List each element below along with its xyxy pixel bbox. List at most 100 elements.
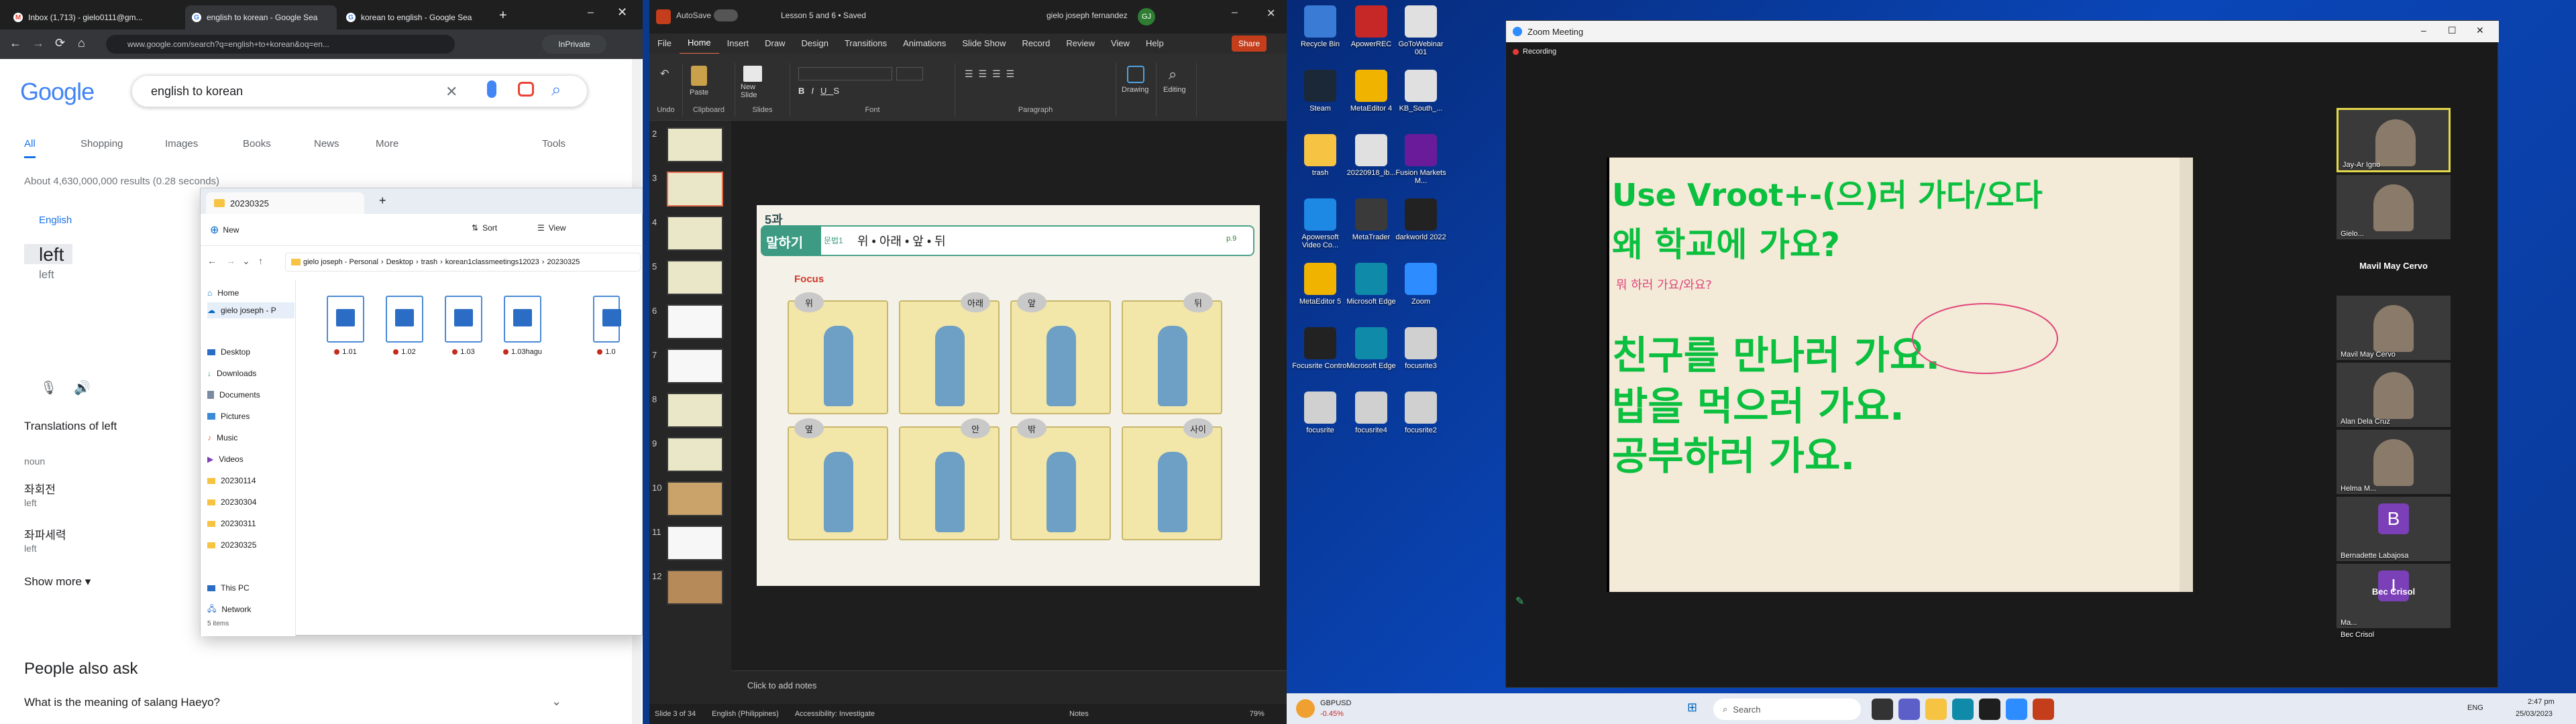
back-icon[interactable]: ← xyxy=(9,36,21,50)
sort-button[interactable]: ⇅ Sort xyxy=(472,223,497,233)
font-name-field[interactable] xyxy=(798,67,892,80)
participant-video[interactable]: B Bernadette Labajosa xyxy=(2337,497,2451,561)
menu-home[interactable]: Home xyxy=(679,33,719,55)
nav-item-folder[interactable]: 20230311 xyxy=(207,516,256,532)
menu-file[interactable]: File xyxy=(649,34,680,54)
forward-icon[interactable]: → xyxy=(32,36,44,50)
menu-transitions[interactable]: Transitions xyxy=(837,34,895,54)
chat-icon[interactable] xyxy=(1898,699,1920,720)
slide-thumbnail[interactable] xyxy=(667,481,723,516)
file-item[interactable]: 1.03 xyxy=(437,296,490,369)
autosave-toggle[interactable] xyxy=(714,9,738,21)
minimize-button[interactable]: – xyxy=(1232,7,1238,19)
nav-item-documents[interactable]: Documents xyxy=(207,387,260,403)
desktop-icon[interactable]: Steam xyxy=(1292,70,1348,113)
menu-review[interactable]: Review xyxy=(1058,34,1103,54)
desktop-icon[interactable]: Apowersoft Video Co... xyxy=(1292,198,1348,249)
nav-item-network[interactable]: 🖧 Network xyxy=(207,601,251,617)
menu-slide-show[interactable]: Slide Show xyxy=(954,34,1014,54)
language-status[interactable]: English (Philippines) xyxy=(712,710,779,718)
breadcrumb-item[interactable]: korean1classmeetings12023 xyxy=(445,258,539,266)
store-icon[interactable] xyxy=(1979,699,2000,720)
search-tab-news[interactable]: News xyxy=(314,138,339,149)
file-explorer-icon[interactable] xyxy=(1925,699,1947,720)
desktop-icon[interactable]: focusrite3 xyxy=(1393,327,1449,370)
slide-thumbnail[interactable] xyxy=(667,304,723,339)
participant-video[interactable]: Alan Dela Cruz xyxy=(2337,363,2451,427)
desktop-icon[interactable]: darkworld 2022 xyxy=(1393,198,1449,241)
nav-item-desktop[interactable]: Desktop xyxy=(207,344,250,360)
browser-tab-inbox[interactable]: M Inbox (1,713) - gielo0111@gm... xyxy=(7,5,182,29)
menu-help[interactable]: Help xyxy=(1138,34,1172,54)
desktop-icon[interactable]: trash xyxy=(1292,134,1348,177)
forward-icon[interactable]: → xyxy=(226,255,235,266)
close-window-button[interactable]: ✕ xyxy=(617,5,627,19)
annotate-pen-icon[interactable]: ✎ xyxy=(1515,595,1524,608)
nav-item-home[interactable]: ⌂ Home xyxy=(207,285,239,301)
share-button[interactable]: Share xyxy=(1232,36,1267,52)
clock-date[interactable]: 25/03/2023 xyxy=(2516,710,2553,718)
zoom-app-icon[interactable] xyxy=(2006,699,2027,720)
desktop-icon[interactable]: MetaTrader xyxy=(1343,198,1399,241)
show-more-button[interactable]: Show more ▾ xyxy=(24,575,91,589)
taskbar-search[interactable]: ⌕ Search xyxy=(1713,699,1861,720)
nav-item-this-pc[interactable]: This PC xyxy=(207,580,250,596)
participant-video[interactable]: Bec Crisol xyxy=(2337,624,2451,640)
find-icon[interactable]: ⌕ xyxy=(1169,66,1177,83)
start-icon[interactable]: ⊞ xyxy=(1687,701,1697,715)
slide-thumbnail[interactable] xyxy=(667,437,723,472)
menu-record[interactable]: Record xyxy=(1014,34,1058,54)
desktop-icon[interactable]: GoToWebinar 001 xyxy=(1393,5,1449,56)
breadcrumb-item[interactable]: 20230325 xyxy=(547,258,580,266)
desktop-icon[interactable]: ApowerREC xyxy=(1343,5,1399,48)
desktop-icon[interactable]: 20220918_ib... xyxy=(1343,134,1399,177)
desktop-icon[interactable]: MetaEditor 5 xyxy=(1292,263,1348,306)
nav-item-folder[interactable]: 20230325 xyxy=(207,537,256,553)
minimize-button[interactable]: – xyxy=(2421,25,2426,36)
menu-view[interactable]: View xyxy=(1103,34,1138,54)
desktop-icon[interactable]: focusrite4 xyxy=(1343,391,1399,434)
paste-icon[interactable] xyxy=(691,66,707,86)
maximize-button[interactable]: ☐ xyxy=(2448,25,2457,36)
browser-tab-english-to-korean[interactable]: G english to korean - Google Sea xyxy=(185,5,337,29)
source-language-button[interactable]: English xyxy=(39,215,72,226)
drawing-icon[interactable] xyxy=(1127,66,1144,83)
menu-design[interactable]: Design xyxy=(794,34,837,54)
search-tab-more[interactable]: More xyxy=(376,138,398,149)
desktop-icon[interactable]: KB_South_... xyxy=(1393,70,1449,113)
participant-video[interactable]: Mavil May Cervo xyxy=(2337,296,2451,360)
input-language[interactable]: ENG xyxy=(2467,704,2483,712)
desktop-icon[interactable]: Focusrite Control xyxy=(1292,327,1348,370)
minimize-button[interactable]: – xyxy=(588,7,594,19)
recording-indicator[interactable]: Recording xyxy=(1513,48,1556,56)
search-tab-books[interactable]: Books xyxy=(243,138,271,149)
new-slide-icon[interactable] xyxy=(743,66,762,82)
file-item[interactable]: 1.03hagu xyxy=(496,296,549,369)
slide-thumbnail[interactable] xyxy=(667,570,723,605)
slide-thumbnail[interactable] xyxy=(667,349,723,383)
clock-time[interactable]: 2:47 pm xyxy=(2528,698,2555,706)
desktop-icon[interactable]: Microsoft Edge xyxy=(1343,263,1399,306)
inprivate-button[interactable]: InPrivate xyxy=(542,35,606,54)
slide-thumbnail-selected[interactable] xyxy=(667,172,723,206)
user-avatar[interactable]: GJ xyxy=(1138,8,1155,25)
breadcrumb-item[interactable]: trash xyxy=(421,258,437,266)
file-item[interactable]: 1.02 xyxy=(378,296,431,369)
nav-item-folder[interactable]: 20230304 xyxy=(207,494,256,510)
participant-video[interactable]: Gielo... xyxy=(2337,175,2451,239)
tools-button[interactable]: Tools xyxy=(542,138,566,149)
desktop-icon[interactable]: MetaEditor 4 xyxy=(1343,70,1399,113)
accessibility-status[interactable]: Accessibility: Investigate xyxy=(795,710,875,718)
nav-item-folder[interactable]: 20230114 xyxy=(207,473,256,489)
new-button[interactable]: ⊕ New xyxy=(210,223,239,237)
google-logo[interactable]: Google xyxy=(20,78,95,106)
participant-video[interactable]: Jay-Ar Igno xyxy=(2337,108,2451,172)
nav-item-music[interactable]: ♪ Music xyxy=(207,430,237,446)
edge-icon[interactable] xyxy=(1952,699,1974,720)
slide-thumbnail[interactable] xyxy=(667,127,723,162)
breadcrumb-item[interactable]: gielo joseph - Personal xyxy=(303,258,378,266)
menu-animations[interactable]: Animations xyxy=(895,34,954,54)
slide-thumbnail[interactable] xyxy=(667,260,723,295)
file-item[interactable]: 1.0 xyxy=(583,296,630,369)
search-tab-shopping[interactable]: Shopping xyxy=(80,138,123,149)
